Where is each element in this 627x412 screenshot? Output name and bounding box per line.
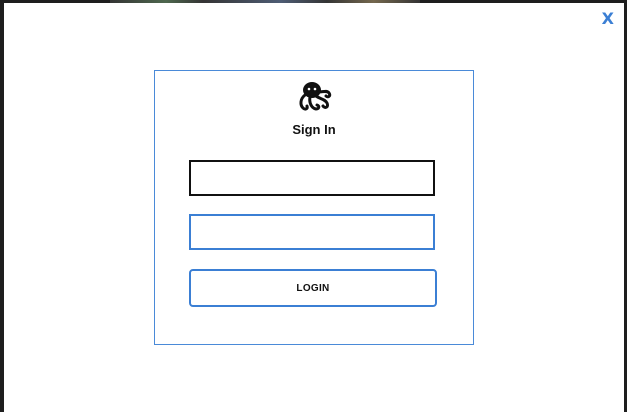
username-input[interactable] [189, 160, 435, 196]
close-button[interactable]: X [602, 8, 614, 30]
login-button[interactable]: LOGIN [189, 269, 437, 307]
screen: X Sign In LOGIN [0, 0, 627, 412]
password-input[interactable] [189, 214, 435, 250]
login-panel: Sign In LOGIN [154, 70, 474, 345]
octopus-icon [299, 82, 332, 111]
login-window: X Sign In LOGIN [4, 3, 624, 412]
sign-in-title: Sign In [292, 122, 336, 137]
